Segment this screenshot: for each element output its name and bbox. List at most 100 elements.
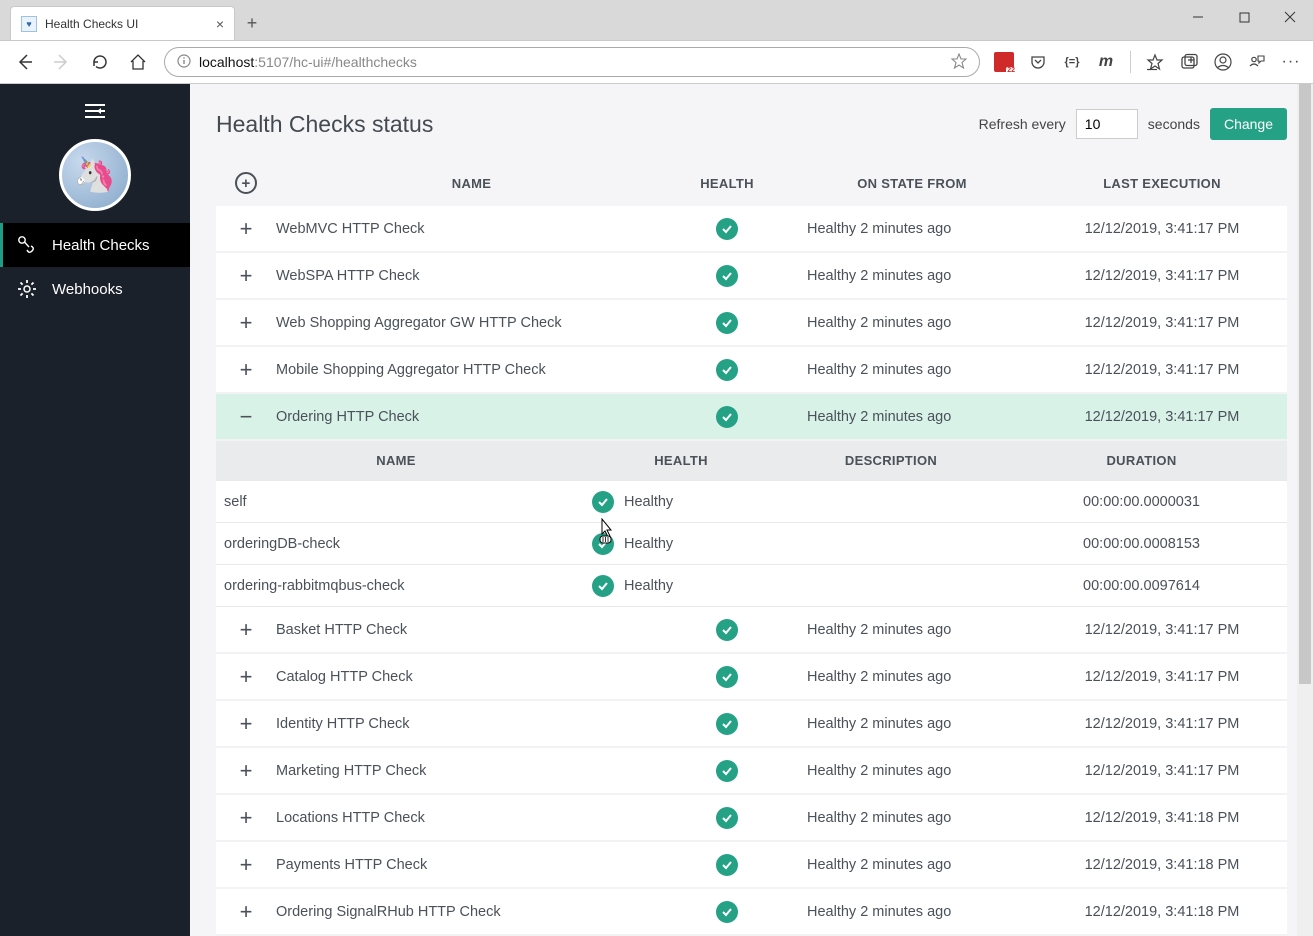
refresh-unit: seconds [1148,116,1200,132]
last-execution: 12/12/2019, 3:41:17 PM [1037,669,1287,685]
expand-all-icon[interactable]: + [235,172,257,194]
check-name: Locations HTTP Check [276,810,667,826]
check-name: Ordering HTTP Check [276,409,667,425]
feedback-icon[interactable] [1247,52,1267,72]
plus-icon[interactable]: + [216,310,276,336]
last-execution: 12/12/2019, 3:41:17 PM [1037,716,1287,732]
on-state-from: Healthy 2 minutes ago [787,622,1037,638]
plus-icon[interactable]: + [216,805,276,831]
sub-column-health: HEALTH [576,453,786,468]
collapse-sidebar-icon[interactable] [83,102,107,125]
nav-back-icon[interactable] [12,50,36,74]
sub-health-text: Healthy [624,536,673,552]
plus-icon[interactable]: + [216,758,276,784]
table-row[interactable]: +Ordering SignalRHub HTTP CheckHealthy 2… [216,889,1287,936]
plus-icon[interactable]: + [216,216,276,242]
sub-table-header: NAMEHEALTHDESCRIPTIONDURATION [216,441,1287,481]
sub-column-duration: DURATION [996,453,1287,468]
table-row[interactable]: +Locations HTTP Check Healthy 2 minutes a… [216,795,1287,842]
url-text: localhost:5107/hc-ui#/healthchecks [199,54,417,70]
extension-m-icon[interactable]: m [1096,52,1116,72]
sub-table-row: ordering-rabbitmqbus-check Healthy 00:00:0… [216,565,1287,607]
profile-icon[interactable] [1213,52,1233,72]
plus-icon[interactable]: + [216,664,276,690]
browser-chrome: ♥ Health Checks UI × + localhost:5107/hc… [0,0,1313,84]
on-state-from: Healthy 2 minutes ago [787,315,1037,331]
last-execution: 12/12/2019, 3:41:17 PM [1037,763,1287,779]
table-row[interactable]: +Basket HTTP Check Healthy 2 minutes ago1… [216,607,1287,654]
plus-icon[interactable]: + [216,852,276,878]
sub-check-name: ordering-rabbitmqbus-check [216,578,576,594]
sub-duration: 00:00:00.0097614 [996,578,1287,594]
avatar: 🦄 [59,139,131,211]
sub-check-name: orderingDB-check [216,536,576,552]
on-state-from: Healthy 2 minutes ago [787,716,1037,732]
plus-icon[interactable]: + [216,899,276,925]
last-execution: 12/12/2019, 3:41:17 PM [1037,315,1287,331]
collections-icon[interactable] [1179,52,1199,72]
sub-check-name: self [216,494,576,510]
health-indicator-icon [716,619,738,641]
sidebar-item-webhooks[interactable]: Webhooks [0,267,190,311]
last-execution: 12/12/2019, 3:41:17 PM [1037,622,1287,638]
table-row[interactable]: +Identity HTTP CheckHealthy 2 minutes ag… [216,701,1287,748]
gear-icon [16,279,38,299]
plus-icon[interactable]: + [216,263,276,289]
sub-duration: 00:00:00.0000031 [996,494,1287,510]
window-close[interactable] [1267,0,1313,34]
sub-table-row: orderingDB-check Healthy 00:00:00.0008153 [216,523,1287,565]
plus-icon[interactable]: + [216,711,276,737]
scrollbar-track[interactable] [1297,84,1313,936]
table-row[interactable]: −Ordering HTTP Check Healthy 2 minutes ag… [216,394,1287,441]
health-indicator-icon [592,533,614,555]
url-bar[interactable]: localhost:5107/hc-ui#/healthchecks [164,47,980,77]
close-tab-icon[interactable]: × [216,16,224,32]
table-row[interactable]: +Catalog HTTP CheckHealthy 2 minutes ago… [216,654,1287,701]
info-icon [177,54,191,71]
home-icon[interactable] [126,50,150,74]
extension-calendar-icon[interactable] [994,52,1014,72]
minus-icon[interactable]: − [216,404,276,430]
health-indicator-icon [716,666,738,688]
on-state-from: Healthy 2 minutes ago [787,763,1037,779]
tab-title: Health Checks UI [45,17,208,31]
extension-pocket-icon[interactable] [1028,52,1048,72]
favorite-star-icon[interactable] [951,53,967,72]
on-state-from: Healthy 2 minutes ago [787,810,1037,826]
on-state-from: Healthy 2 minutes ago [787,362,1037,378]
window-maximize[interactable] [1221,0,1267,34]
sub-health-text: Healthy [624,578,673,594]
window-minimize[interactable] [1175,0,1221,34]
on-state-from: Healthy 2 minutes ago [787,268,1037,284]
new-tab-button[interactable]: + [235,6,269,40]
plus-icon[interactable]: + [216,617,276,643]
favorites-icon[interactable] [1145,52,1165,72]
extension-braces-icon[interactable]: {=} [1062,52,1082,72]
more-icon[interactable]: ··· [1281,52,1301,72]
last-execution: 12/12/2019, 3:41:17 PM [1037,409,1287,425]
health-indicator-icon [716,760,738,782]
check-name: WebMVC HTTP Check [276,221,667,237]
table-row[interactable]: +Payments HTTP CheckHealthy 2 minutes ag… [216,842,1287,889]
table-row[interactable]: +WebSPA HTTP CheckHealthy 2 minutes ago1… [216,253,1287,300]
refresh-interval-input[interactable] [1076,109,1138,139]
table-row[interactable]: +WebMVC HTTP CheckHealthy 2 minutes ago1… [216,206,1287,253]
on-state-from: Healthy 2 minutes ago [787,409,1037,425]
sidebar: 🦄 Health ChecksWebhooks [0,84,190,936]
health-indicator-icon [716,218,738,240]
refresh-label: Refresh every [979,116,1066,132]
table-row[interactable]: +Marketing HTTP CheckHealthy 2 minutes a… [216,748,1287,795]
scrollbar-thumb[interactable] [1299,84,1311,684]
check-name: Basket HTTP Check [276,622,667,638]
table-row[interactable]: +Mobile Shopping Aggregator HTTP CheckHe… [216,347,1287,394]
table-row[interactable]: +Web Shopping Aggregator GW HTTP CheckHe… [216,300,1287,347]
refresh-icon[interactable] [88,50,112,74]
change-button[interactable]: Change [1210,108,1287,140]
sidebar-item-health-checks[interactable]: Health Checks [0,223,190,267]
last-execution: 12/12/2019, 3:41:18 PM [1037,857,1287,873]
plus-icon[interactable]: + [216,357,276,383]
main-content: Health Checks status Refresh every secon… [190,84,1313,936]
check-name: Catalog HTTP Check [276,669,667,685]
browser-tab[interactable]: ♥ Health Checks UI × [10,6,235,40]
sub-duration: 00:00:00.0008153 [996,536,1287,552]
